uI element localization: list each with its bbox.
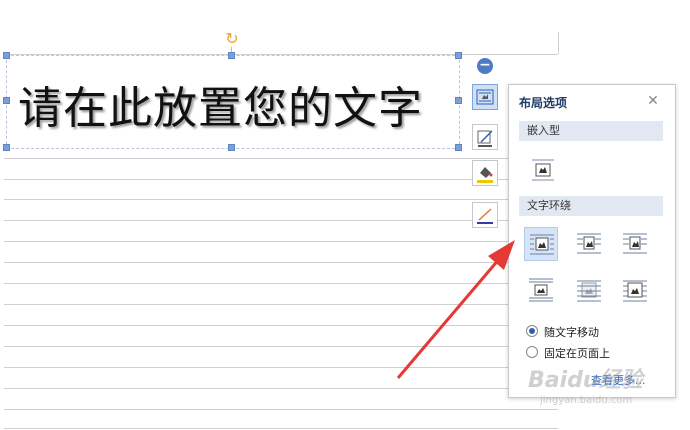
line-style-button[interactable] [472,202,498,228]
wrap-top-bottom-icon [529,278,553,302]
page-line [4,428,558,429]
page-line [4,262,558,263]
move-with-text-radio[interactable]: 随文字移动 [526,325,599,341]
resize-handle-top-left[interactable] [3,52,10,59]
panel-title: 布局选项 [519,96,568,110]
layout-options-icon [476,89,494,105]
page-line [4,409,558,410]
radio-label: 固定在页面上 [544,347,610,360]
wrap-square-icon [530,234,554,255]
page-line [4,283,558,284]
collapse-toolbar-button[interactable]: − [477,58,493,74]
resize-handle-bottom-left[interactable] [3,144,10,151]
resize-handle-top[interactable] [228,52,235,59]
fill-color-button[interactable] [472,160,498,186]
shape-outline-button[interactable] [472,124,498,150]
fix-on-page-radio[interactable]: 固定在页面上 [526,346,610,362]
page-line [4,367,558,368]
page-line [4,241,558,242]
radio-label: 随文字移动 [544,326,599,339]
layout-options-button[interactable] [472,84,498,110]
wrap-section-heading: 文字环绕 [519,196,663,216]
text-box-content[interactable]: 请在此放置您的文字 [18,72,423,136]
wrap-tight-icon [577,233,601,254]
page-line [4,158,558,159]
page-line [4,199,558,200]
close-icon[interactable]: ✕ [645,93,661,109]
wrap-through-icon [623,233,647,254]
resize-handle-bottom[interactable] [228,144,235,151]
inline-with-text-option[interactable] [526,153,560,187]
shape-outline-icon [477,130,493,147]
resize-handle-right[interactable] [455,97,462,104]
baidu-watermark-url: jingyan.baidu.com [540,395,633,406]
behind-text-option[interactable] [572,273,606,307]
page-line [4,346,558,347]
radio-unchecked-icon[interactable] [526,346,538,358]
behind-text-icon [577,280,601,302]
wrap-square-option[interactable] [524,227,558,261]
rotate-handle-icon[interactable]: ↻ [224,31,240,47]
resize-handle-bottom-right[interactable] [455,144,462,151]
in-front-of-text-option[interactable] [618,273,652,307]
inline-section-heading: 嵌入型 [519,121,663,141]
inline-with-text-icon [532,159,554,181]
in-front-of-text-icon [623,280,647,302]
line-style-icon [477,208,493,224]
wrap-through-option[interactable] [618,227,652,261]
resize-handle-left[interactable] [3,97,10,104]
resize-handle-top-right[interactable] [455,52,462,59]
page-margin-mark [558,32,559,54]
page-line [4,325,558,326]
layout-options-panel: 布局选项 ✕ 嵌入型 文字环绕 随文字移动 固定在页面上 查看更多... [508,84,676,398]
wrap-top-bottom-option[interactable] [524,273,558,307]
page-line [4,388,558,389]
page-line [4,304,558,305]
wrap-tight-option[interactable] [572,227,606,261]
radio-checked-icon[interactable] [526,325,538,337]
fill-color-icon [477,167,493,183]
baidu-watermark: Baidu经验 [528,368,643,393]
